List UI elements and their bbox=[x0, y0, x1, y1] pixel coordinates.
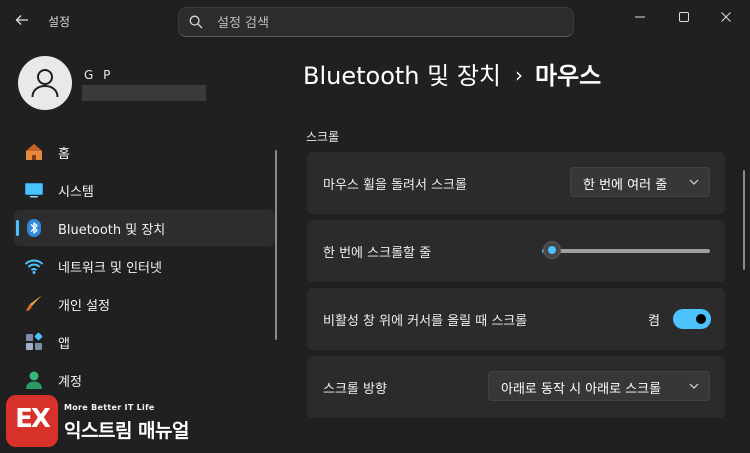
minimize-icon bbox=[635, 16, 645, 18]
scroll-direction-dropdown[interactable]: 아래로 동작 시 아래로 스크롤 bbox=[488, 371, 710, 401]
chevron-down-icon bbox=[689, 179, 699, 185]
avatar[interactable] bbox=[18, 56, 72, 110]
toggle-state-label: 켬 bbox=[648, 314, 660, 329]
sidebar-item-home[interactable]: 홈 bbox=[14, 134, 276, 170]
title-bar: 설정 bbox=[0, 0, 750, 44]
close-icon bbox=[721, 12, 731, 22]
watermark: EX More Better IT Life 익스트림 매뉴얼 bbox=[6, 395, 208, 447]
monitor-icon bbox=[25, 183, 43, 198]
breadcrumb-separator: › bbox=[515, 63, 524, 87]
sidebar-item-label: Bluetooth 및 장치 bbox=[58, 223, 166, 238]
watermark-name: 익스트림 매뉴얼 bbox=[64, 420, 189, 442]
chevron-down-icon bbox=[689, 383, 699, 389]
setting-label: 한 번에 스크롤할 줄 bbox=[323, 246, 432, 261]
setting-card-wheel-scroll: 마우스 휠을 돌려서 스크롤 한 번에 여러 줄 bbox=[307, 152, 725, 214]
sidebar-item-label: 시스템 bbox=[58, 185, 94, 200]
sidebar-item-apps[interactable]: 앱 bbox=[14, 324, 276, 360]
dropdown-value: 아래로 동작 시 아래로 스크롤 bbox=[501, 382, 662, 397]
sidebar-item-bluetooth[interactable]: Bluetooth 및 장치 bbox=[14, 210, 276, 246]
apps-icon bbox=[26, 332, 43, 350]
setting-label: 비활성 창 위에 커서를 올릴 때 스크롤 bbox=[323, 314, 528, 329]
sidebar-item-personalization[interactable]: 개인 설정 bbox=[14, 286, 276, 322]
watermark-logo: EX bbox=[6, 395, 58, 447]
home-icon bbox=[26, 144, 42, 160]
close-button[interactable] bbox=[706, 6, 746, 28]
page-title: 마우스 bbox=[535, 62, 602, 90]
sidebar-item-system[interactable]: 시스템 bbox=[14, 172, 276, 208]
sidebar-nav: 홈 시스템 Bluetooth 및 장치 네트워크 및 인터넷 개인 설정 앱 … bbox=[0, 134, 280, 400]
sidebar-item-label: 개인 설정 bbox=[58, 299, 110, 314]
sidebar-item-label: 앱 bbox=[58, 337, 70, 352]
sidebar-item-label: 네트워크 및 인터넷 bbox=[58, 261, 162, 276]
setting-card-scroll-direction: 스크롤 방향 아래로 동작 시 아래로 스크롤 bbox=[307, 356, 725, 418]
section-title: 스크롤 bbox=[306, 130, 340, 144]
search-icon bbox=[189, 15, 203, 29]
setting-label: 스크롤 방향 bbox=[323, 382, 387, 397]
search-input[interactable] bbox=[215, 12, 559, 34]
selection-indicator bbox=[16, 220, 19, 236]
profile-name: G P bbox=[84, 68, 114, 82]
sidebar-item-network[interactable]: 네트워크 및 인터넷 bbox=[14, 248, 276, 284]
profile-email-redacted bbox=[82, 85, 206, 101]
person-icon bbox=[26, 371, 42, 389]
lines-slider-thumb[interactable] bbox=[543, 241, 562, 259]
sidebar-item-label: 홈 bbox=[58, 147, 70, 162]
setting-label: 마우스 휠을 돌려서 스크롤 bbox=[323, 178, 467, 193]
setting-card-inactive-scroll: 비활성 창 위에 커서를 올릴 때 스크롤 켬 bbox=[307, 288, 725, 350]
maximize-button[interactable] bbox=[664, 6, 704, 28]
minimize-button[interactable] bbox=[620, 6, 660, 28]
dropdown-value: 한 번에 여러 줄 bbox=[583, 178, 668, 193]
maximize-icon bbox=[679, 12, 689, 22]
inactive-scroll-toggle[interactable] bbox=[673, 309, 711, 329]
lines-slider-track[interactable] bbox=[542, 241, 710, 259]
search-box[interactable] bbox=[178, 7, 574, 37]
setting-card-lines-per-scroll: 한 번에 스크롤할 줄 bbox=[307, 220, 725, 282]
arrow-left-icon bbox=[15, 15, 28, 25]
paintbrush-icon bbox=[26, 295, 42, 311]
watermark-logo-text: EX bbox=[15, 404, 51, 434]
wifi-icon bbox=[24, 259, 44, 274]
wheel-scroll-dropdown[interactable]: 한 번에 여러 줄 bbox=[570, 167, 710, 197]
breadcrumb-parent[interactable]: Bluetooth 및 장치 bbox=[303, 62, 501, 90]
sidebar-item-label: 계정 bbox=[58, 375, 82, 390]
bluetooth-icon bbox=[27, 219, 41, 237]
watermark-tagline: More Better IT Life bbox=[64, 403, 155, 412]
sidebar-scrollbar[interactable] bbox=[275, 150, 277, 340]
back-button[interactable] bbox=[10, 12, 34, 32]
sidebar-item-accounts[interactable]: 계정 bbox=[14, 362, 276, 398]
toggle-knob bbox=[696, 314, 706, 324]
app-title: 설정 bbox=[48, 15, 71, 29]
breadcrumb: Bluetooth 및 장치 › 마우스 bbox=[303, 56, 601, 91]
content-scrollbar[interactable] bbox=[743, 170, 745, 270]
user-icon bbox=[31, 69, 59, 98]
